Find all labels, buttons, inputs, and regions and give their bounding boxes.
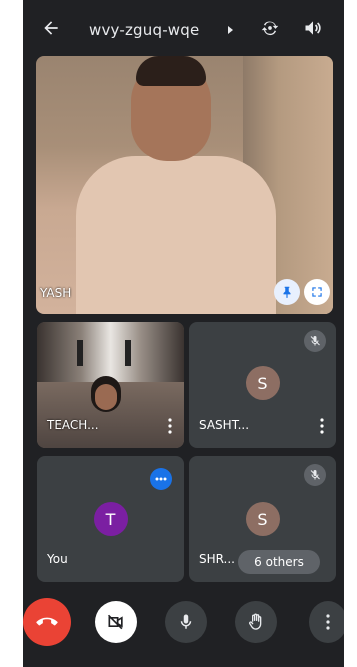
pin-icon bbox=[283, 286, 291, 298]
avatar: S bbox=[245, 502, 280, 536]
participant-hair bbox=[136, 56, 206, 86]
video-detail bbox=[125, 340, 131, 366]
mic-button[interactable] bbox=[165, 601, 207, 643]
end-call-button[interactable] bbox=[23, 598, 71, 646]
main-tile-name: YASH bbox=[40, 286, 72, 300]
tile-name: SHR... bbox=[199, 552, 235, 566]
call-controls bbox=[23, 598, 344, 648]
tile-name: SASHT... bbox=[199, 418, 250, 432]
raise-hand-button[interactable] bbox=[235, 601, 277, 643]
participant-tile-teacher[interactable]: TEACH... bbox=[37, 322, 184, 448]
pin-button[interactable] bbox=[274, 279, 300, 305]
muted-badge bbox=[304, 330, 326, 352]
more-dots-icon bbox=[155, 477, 167, 481]
avatar: T bbox=[93, 502, 128, 536]
volume-icon[interactable] bbox=[303, 18, 323, 38]
arrow-left-icon[interactable] bbox=[41, 18, 61, 38]
avatar: S bbox=[245, 366, 280, 400]
participant-body bbox=[76, 156, 276, 314]
tile-name: You bbox=[47, 552, 68, 566]
more-vert-icon[interactable] bbox=[320, 418, 324, 434]
others-count-pill[interactable]: 6 others bbox=[238, 550, 320, 574]
end-call-icon bbox=[36, 617, 58, 626]
video-background bbox=[37, 322, 184, 382]
participant-tile-sasht[interactable]: S SASHT... bbox=[189, 322, 336, 448]
meet-screen: wvy-zguq-wqe YASH TEACH... S SASHT... T … bbox=[23, 0, 344, 667]
camera-off-icon bbox=[107, 614, 123, 630]
chevron-right-icon[interactable] bbox=[228, 26, 233, 34]
more-vert-icon bbox=[326, 614, 330, 630]
more-vert-icon[interactable] bbox=[168, 418, 172, 434]
camera-off-button[interactable] bbox=[95, 601, 137, 643]
raise-hand-icon bbox=[249, 613, 262, 630]
fullscreen-icon bbox=[312, 287, 322, 297]
mic-off-icon bbox=[310, 470, 320, 480]
top-bar: wvy-zguq-wqe bbox=[23, 0, 344, 54]
main-video-tile[interactable]: YASH bbox=[36, 56, 333, 314]
camera-flip-icon[interactable] bbox=[259, 17, 281, 39]
tile-name: TEACH... bbox=[47, 418, 99, 432]
fullscreen-button[interactable] bbox=[304, 279, 330, 305]
participant-tile-you[interactable]: T You bbox=[37, 456, 184, 582]
muted-badge bbox=[304, 464, 326, 486]
participant-face bbox=[95, 384, 117, 410]
speaking-indicator bbox=[150, 468, 172, 490]
video-detail bbox=[77, 340, 83, 366]
more-options-button[interactable] bbox=[309, 601, 344, 643]
mic-off-icon bbox=[310, 336, 320, 346]
mic-icon bbox=[180, 614, 192, 629]
meeting-code[interactable]: wvy-zguq-wqe bbox=[89, 21, 199, 39]
